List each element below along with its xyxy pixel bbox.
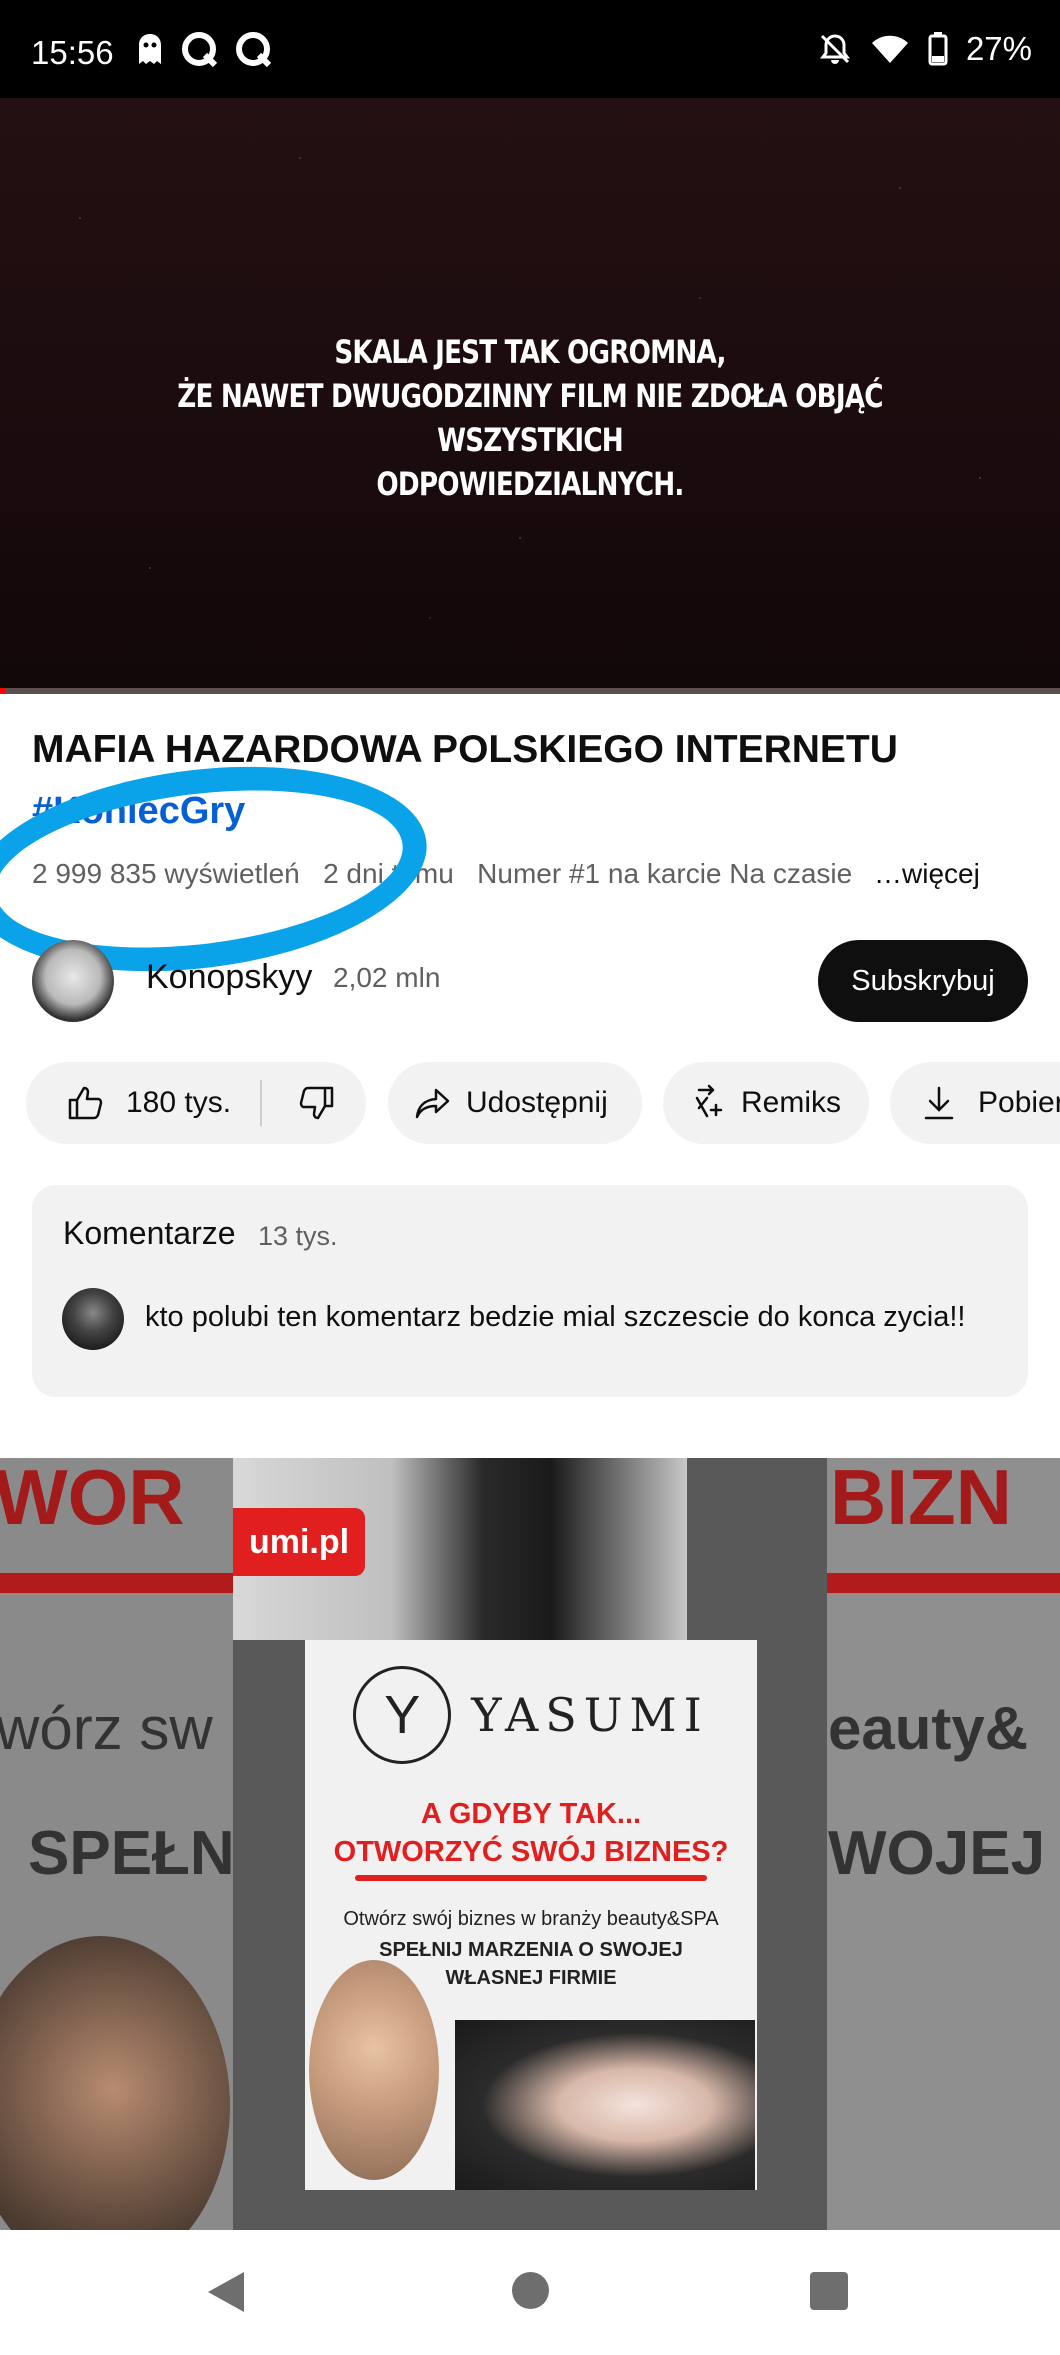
thumbs-down-icon (299, 1086, 334, 1120)
video-progress-bar[interactable] (0, 688, 1060, 694)
ad-bg-text: WOJEJ (828, 1819, 1046, 1888)
ad-bg-text: WOR (0, 1458, 185, 1541)
share-icon (415, 1088, 450, 1119)
more-link[interactable]: …więcej (874, 858, 980, 889)
subscribe-button[interactable]: Subskrybuj (818, 940, 1028, 1022)
ad-poster: Y YASUMI A GDYBY TAK... OTWORZYĆ SWÓJ BI… (305, 1640, 757, 2190)
ad-subtitle: Otwórz swój biznes w branży beauty&SPA (343, 1908, 719, 1930)
ad-team-photo (455, 2020, 755, 2190)
ad-bg-text: wórz sw (0, 1695, 213, 1762)
comments-count: 13 tys. (258, 1221, 338, 1251)
caption-line: SKALA JEST TAK OGROMNA, (334, 333, 726, 371)
q-icon (182, 32, 218, 68)
status-bar: 15:56 27% (0, 0, 1060, 98)
video-caption: SKALA JEST TAK OGROMNA, ŻE NAWET DWUGODZ… (95, 330, 964, 506)
back-icon[interactable] (206, 2270, 246, 2314)
download-button[interactable]: Pobierz (890, 1062, 1060, 1144)
ad-bg-text: eauty& (828, 1695, 1029, 1762)
channel-avatar[interactable] (32, 940, 114, 1022)
channel-name[interactable]: Konopskyy (146, 958, 312, 997)
battery-percent: 27% (965, 30, 1032, 67)
ad-headline-line: A GDYBY TAK... (420, 1798, 642, 1830)
ad-banner[interactable]: WOR wórz sw SPEŁN BIZN eauty& WOJEJ umi.… (0, 1458, 1060, 2230)
battery-icon (928, 32, 948, 66)
subscriber-count: 2,02 mln (333, 962, 441, 993)
ad-brand: YASUMI (471, 1688, 709, 1742)
trending-badge: Numer #1 na karcie Na czasie (477, 858, 853, 889)
like-count: 180 tys. (126, 1086, 232, 1119)
ad-red-stripe (827, 1573, 1060, 1593)
caption-line: ŻE NAWET DWUGODZINNY FILM NIE ZDOŁA OBJĄ… (177, 377, 883, 459)
ad-bg-text: SPEŁN (28, 1819, 235, 1888)
ad-headline: A GDYBY TAK... OTWORZYĆ SWÓJ BIZNES? (305, 1795, 757, 1871)
video-player[interactable]: SKALA JEST TAK OGROMNA, ŻE NAWET DWUGODZ… (0, 98, 1060, 690)
recents-icon[interactable] (810, 2272, 848, 2310)
home-icon[interactable] (512, 2272, 549, 2309)
q-icon (236, 32, 272, 68)
status-time: 15:56 (31, 34, 114, 71)
remix-icon (695, 1084, 723, 1118)
ad-url-tag: umi.pl (233, 1508, 365, 1576)
caption-line: ODPOWIEDZIALNYCH. (376, 465, 684, 503)
dislike-button[interactable] (298, 1084, 336, 1130)
yasumi-logo-icon: Y (353, 1666, 452, 1764)
download-label: Pobierz (978, 1086, 1060, 1119)
commenter-avatar (62, 1288, 124, 1350)
video-title[interactable]: MAFIA HAZARDOWA POLSKIEGO INTERNETU (32, 728, 1032, 772)
comments-panel[interactable]: Komentarze 13 tys. kto polubi ten koment… (32, 1185, 1028, 1397)
like-divider (260, 1080, 262, 1126)
ad-bg-text: BIZN (830, 1458, 1012, 1541)
comments-title: Komentarze (63, 1215, 236, 1251)
status-system-icons: 27% (818, 30, 1032, 68)
wifi-icon (871, 35, 908, 63)
remix-button[interactable]: Remiks (663, 1062, 869, 1144)
remix-label: Remiks (741, 1086, 842, 1119)
status-notification-icons (134, 30, 274, 70)
ad-logo: Y YASUMI (305, 1666, 757, 1764)
like-dislike-chip: 180 tys. (26, 1062, 366, 1144)
ad-spa-photo (309, 1960, 439, 2180)
video-progress-fill (0, 688, 6, 694)
top-comment-text: kto polubi ten komentarz bedzie mial szc… (145, 1301, 966, 1333)
bell-off-icon (819, 34, 850, 64)
ad-underline (355, 1875, 707, 1881)
ad-red-stripe (0, 1573, 233, 1593)
ghost-icon (139, 34, 161, 64)
share-label: Udostępnij (466, 1086, 608, 1119)
thumbs-up-icon (68, 1086, 103, 1120)
download-icon (924, 1086, 954, 1120)
share-button[interactable]: Udostępnij (388, 1062, 642, 1144)
like-button[interactable]: 180 tys. (26, 1084, 231, 1122)
ad-headline-line: OTWORZYĆ SWÓJ BIZNES? (333, 1836, 729, 1868)
